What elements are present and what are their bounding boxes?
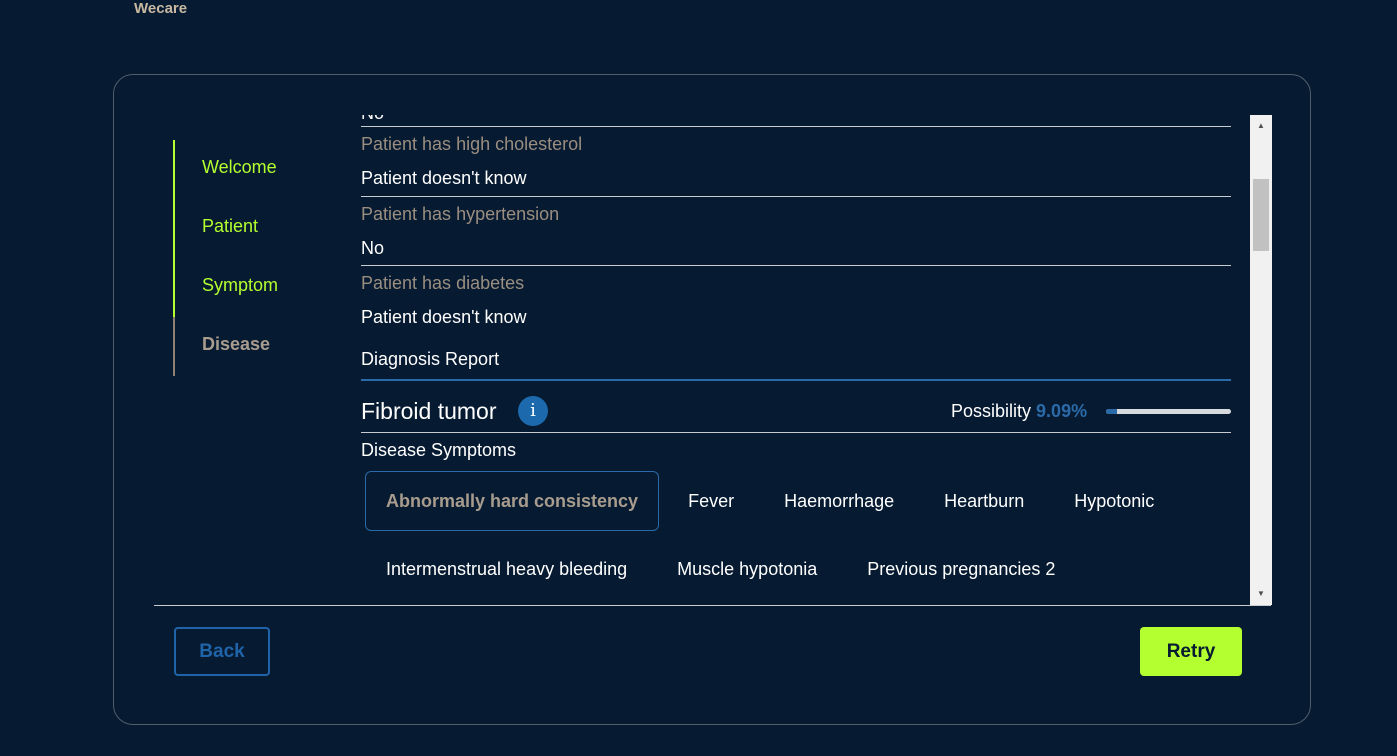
possibility-bar-fill	[1106, 409, 1118, 414]
qa-item-diabetes: Patient has diabetes Patient doesn't kno…	[361, 265, 1231, 334]
symptom-chip[interactable]: Haemorrhage	[763, 471, 915, 531]
symptom-chip[interactable]: Abnormally hard consistency	[365, 471, 660, 531]
divider	[361, 432, 1231, 433]
chip-row: Intermenstrual heavy bleeding Muscle hyp…	[365, 539, 1225, 599]
step-symptom-label: Symptom	[202, 275, 279, 295]
qa-item-hypertension: Patient has hypertension No	[361, 196, 1231, 265]
report-underline	[361, 379, 1231, 381]
answer-text: Patient doesn't know	[361, 168, 527, 188]
back-button[interactable]: Back	[174, 627, 270, 676]
answer-text: Patient doesn't know	[361, 307, 527, 327]
possibility-value: 9.09%	[1036, 401, 1088, 421]
disease-symptoms-title: Disease Symptoms	[361, 440, 517, 460]
step-welcome[interactable]: Welcome	[173, 140, 333, 199]
possibility-label: Possibility	[951, 401, 1032, 421]
footer-divider	[154, 605, 1271, 606]
scrollbar-thumb[interactable]	[1253, 179, 1269, 251]
disease-header: Fibroid tumor i Possibility 9.09%	[361, 395, 1231, 431]
vertical-scrollbar[interactable]: ▲ ▼	[1250, 115, 1272, 605]
symptom-chip[interactable]: Fever	[667, 471, 755, 531]
disease-name: Fibroid tumor	[361, 398, 497, 424]
step-patient[interactable]: Patient	[173, 199, 333, 258]
step-disease[interactable]: Disease	[173, 317, 333, 376]
scroll-up-arrow-icon[interactable]: ▲	[1250, 117, 1272, 135]
info-icon[interactable]: i	[518, 396, 548, 426]
step-disease-label: Disease	[202, 334, 271, 354]
symptom-chip[interactable]: Hypotonic	[1053, 471, 1175, 531]
possibility-readout: Possibility 9.09%	[951, 401, 1087, 422]
brand-logo-text: Wecare	[134, 0, 188, 17]
symptom-chip[interactable]: Previous pregnancies 2	[846, 539, 1076, 599]
possibility-bar	[1106, 409, 1231, 414]
scroll-down-arrow-icon[interactable]: ▼	[1250, 585, 1272, 603]
chip-row: Abnormally hard consistency Fever Haemor…	[365, 471, 1225, 531]
symptom-chip[interactable]: Muscle hypotonia	[656, 539, 838, 599]
symptom-chip[interactable]: Intermenstrual heavy bleeding	[365, 539, 648, 599]
step-patient-label: Patient	[202, 216, 259, 236]
diagnosis-report-title: Diagnosis Report	[361, 349, 500, 369]
question-text: Patient has high cholesterol	[361, 134, 583, 154]
question-text: Patient has hypertension	[361, 204, 560, 224]
clipped-answer: No	[361, 115, 384, 124]
answer-text: No	[361, 238, 385, 258]
symptom-chip[interactable]: Heartburn	[923, 471, 1045, 531]
symptom-chips: Abnormally hard consistency Fever Haemor…	[365, 471, 1225, 605]
qa-item-cholesterol: Patient has high cholesterol Patient doe…	[361, 126, 1231, 195]
retry-button[interactable]: Retry	[1140, 627, 1242, 676]
step-welcome-label: Welcome	[202, 157, 277, 177]
progress-stepper: Welcome Patient Symptom Disease	[173, 140, 333, 376]
question-text: Patient has diabetes	[361, 273, 525, 293]
summary-scroll-area[interactable]: No Patient has high cholesterol Patient …	[361, 115, 1231, 605]
step-symptom[interactable]: Symptom	[173, 258, 333, 317]
